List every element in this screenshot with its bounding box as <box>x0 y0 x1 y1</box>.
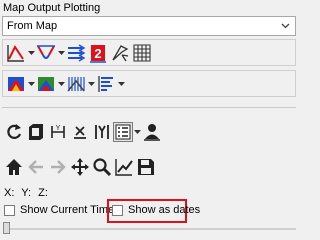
show-as-dates-checkbox[interactable] <box>112 204 123 216</box>
home-icon <box>6 159 22 175</box>
x-axis-button[interactable] <box>69 121 91 143</box>
pan-button[interactable] <box>69 156 91 178</box>
back-button[interactable] <box>25 156 47 178</box>
flag-pointer-button[interactable] <box>109 42 131 64</box>
pan-icon <box>71 158 89 176</box>
home-button[interactable] <box>3 156 25 178</box>
show-current-time-label: Show Current Time <box>20 204 115 216</box>
caret-down-icon <box>27 50 35 55</box>
chevron-down-icon <box>281 23 290 29</box>
navigation-toolbar <box>3 156 157 178</box>
curtain-chart-dropdown[interactable] <box>87 73 95 95</box>
curtain-chart-icon <box>67 77 85 92</box>
curve-down-dropdown[interactable] <box>57 42 65 64</box>
y-axis-icon <box>95 125 109 139</box>
cursor-coordinates: X: Y: Z: <box>4 187 52 199</box>
time-slider-handle[interactable] <box>3 222 10 234</box>
svg-text:Y: Y <box>56 125 61 132</box>
show-as-dates-label: Show as dates <box>128 204 201 216</box>
list-options-dropdown[interactable] <box>133 121 141 143</box>
caret-down-icon <box>87 81 95 86</box>
map-style-toolbar <box>2 70 296 97</box>
colored-map-2-button[interactable] <box>35 73 57 95</box>
curtain-chart-button[interactable] <box>65 73 87 95</box>
caret-down-icon <box>133 129 141 134</box>
forward-button[interactable] <box>47 156 69 178</box>
x-axis-icon <box>74 126 86 139</box>
numbered-2-button[interactable]: 2 <box>87 42 109 64</box>
svg-text:2: 2 <box>94 46 101 61</box>
source-select-value: From Map <box>7 20 58 32</box>
legend-bars-button[interactable] <box>95 73 117 95</box>
panel-title: Map Output Plotting <box>3 2 101 14</box>
curve-up-button[interactable] <box>5 42 27 64</box>
person-icon <box>144 124 160 141</box>
line-chart-button[interactable] <box>113 156 135 178</box>
save-button[interactable] <box>135 156 157 178</box>
square-icon <box>29 124 43 140</box>
caret-down-icon <box>57 50 65 55</box>
colored-map-2-icon <box>38 77 54 91</box>
person-button[interactable] <box>141 121 163 143</box>
grid-button[interactable] <box>131 42 153 64</box>
show-current-time-option[interactable]: Show Current Time <box>4 204 114 216</box>
x-coord-label: X: <box>4 187 15 199</box>
curve-up-icon <box>7 45 24 62</box>
list-options-button[interactable] <box>113 122 133 142</box>
caret-down-icon <box>57 81 65 86</box>
y-coord-label: Y: <box>21 187 32 199</box>
square-button[interactable] <box>25 121 47 143</box>
forward-arrow-icon <box>51 160 66 174</box>
time-slider-track[interactable] <box>4 228 296 230</box>
legend-bars-dropdown[interactable] <box>117 73 125 95</box>
curve-down-button[interactable] <box>35 42 57 64</box>
xy-axis-icon: Y <box>51 125 65 138</box>
plot-tools-toolbar: Y <box>3 121 163 143</box>
colored-map-dropdown[interactable] <box>27 73 35 95</box>
source-select[interactable]: From Map <box>2 16 296 36</box>
show-current-time-checkbox[interactable] <box>4 204 15 216</box>
show-as-dates-option[interactable]: Show as dates <box>112 204 200 216</box>
save-icon <box>138 159 154 175</box>
back-arrow-icon <box>28 160 43 174</box>
legend-bars-icon <box>98 76 113 92</box>
curve-down-icon <box>37 45 55 59</box>
plot-type-toolbar: 2 <box>2 39 296 66</box>
three-lines-button[interactable] <box>65 42 87 64</box>
refresh-icon <box>7 124 22 139</box>
numbered-2-icon: 2 <box>90 45 106 63</box>
colored-map-button[interactable] <box>5 73 27 95</box>
colored-map-2-dropdown[interactable] <box>57 73 65 95</box>
curve-up-dropdown[interactable] <box>27 42 35 64</box>
refresh-button[interactable] <box>3 121 25 143</box>
colored-map-icon <box>8 77 24 91</box>
xy-axis-button[interactable]: Y <box>47 121 69 143</box>
zoom-button[interactable] <box>91 156 113 178</box>
caret-down-icon <box>117 81 125 86</box>
y-axis-button[interactable] <box>91 121 113 143</box>
flag-pointer-icon <box>112 45 129 62</box>
grid-icon <box>133 44 151 62</box>
zoom-icon <box>93 158 112 177</box>
line-chart-icon <box>115 159 133 176</box>
list-options-icon <box>115 124 131 140</box>
section-divider <box>2 107 296 108</box>
z-coord-label: Z: <box>38 187 48 199</box>
caret-down-icon <box>27 81 35 86</box>
three-lines-icon <box>68 44 86 62</box>
